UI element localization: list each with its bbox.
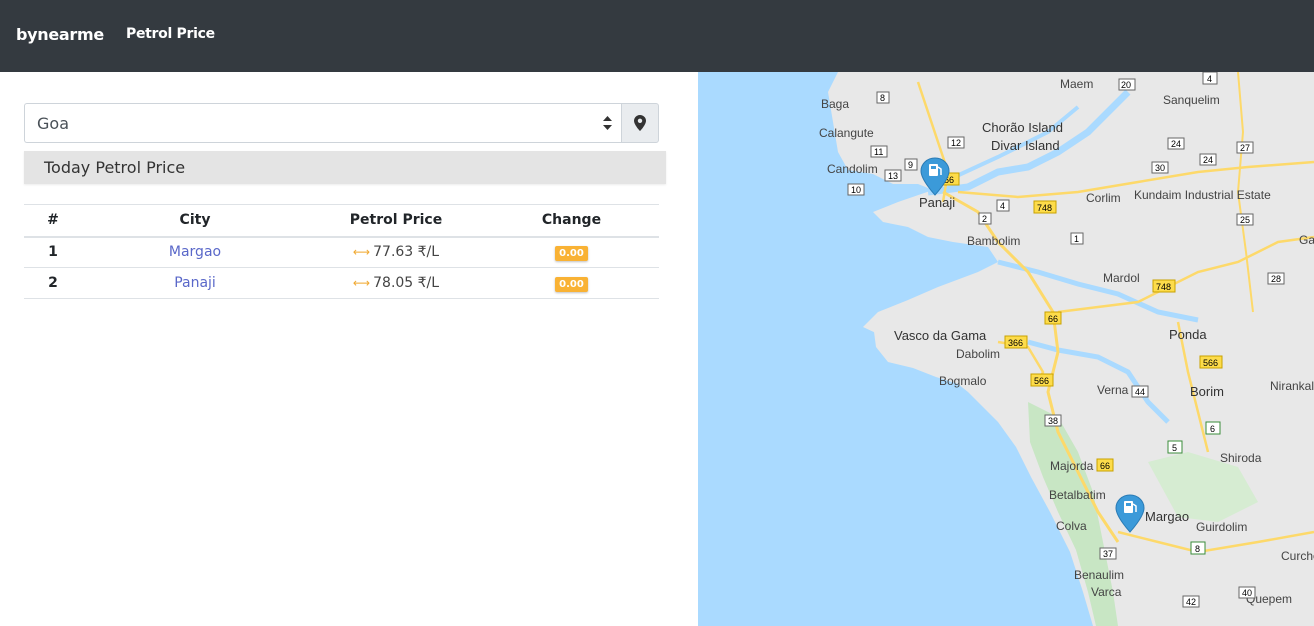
svg-text:Mardol: Mardol	[1103, 271, 1140, 285]
petrol-price: 77.63 ₹/L	[373, 244, 440, 261]
svg-text:40: 40	[1242, 588, 1252, 598]
svg-text:Maem: Maem	[1060, 77, 1093, 91]
svg-text:366: 366	[1008, 338, 1023, 348]
svg-text:Guirdolim: Guirdolim	[1196, 520, 1247, 534]
svg-text:6: 6	[1210, 424, 1215, 434]
change-badge: 0.00	[555, 245, 588, 261]
svg-text:566: 566	[1203, 358, 1218, 368]
svg-text:25: 25	[1240, 215, 1250, 225]
state-select-value: Goa	[37, 114, 69, 133]
svg-text:Baga: Baga	[821, 97, 849, 111]
svg-text:Candolim: Candolim	[827, 162, 878, 176]
svg-text:2: 2	[982, 214, 987, 224]
svg-text:37: 37	[1103, 549, 1113, 559]
svg-text:11: 11	[874, 147, 883, 157]
svg-text:Ponda: Ponda	[1169, 327, 1207, 342]
svg-text:Panaji: Panaji	[919, 195, 955, 210]
row-index: 2	[24, 267, 82, 299]
section-title: Today Petrol Price	[44, 158, 186, 177]
row-index: 1	[24, 236, 82, 268]
no-change-arrow-icon: ⟷	[352, 276, 371, 290]
table-row: 1 Margao ⟷ 77.63 ₹/L 0.00	[24, 236, 659, 268]
petrol-price: 78.05 ₹/L	[373, 275, 440, 291]
svg-text:66: 66	[1048, 314, 1058, 324]
map-canvas[interactable]: Maem Sanquelim Baga Calangute Chorão Isl…	[698, 72, 1314, 626]
svg-text:13: 13	[888, 171, 898, 181]
top-navbar: bynearme Petrol Price	[0, 0, 1314, 72]
change-badge: 0.00	[555, 276, 588, 292]
no-change-arrow-icon: ⟷	[352, 245, 371, 260]
svg-text:Divar Island: Divar Island	[991, 138, 1060, 153]
col-change-header: Change	[484, 204, 659, 238]
svg-text:10: 10	[851, 185, 861, 195]
col-price-header: Petrol Price	[308, 204, 484, 238]
nav-link-petrol-price[interactable]: Petrol Price	[126, 26, 215, 42]
svg-text:Betalbatim: Betalbatim	[1049, 488, 1106, 502]
select-sort-icon	[603, 116, 612, 130]
svg-text:Corlim: Corlim	[1086, 191, 1121, 205]
price-table: # City Petrol Price Change 1 Margao ⟷ 77.…	[24, 204, 659, 299]
svg-text:Benaulim: Benaulim	[1074, 568, 1124, 582]
svg-text:566: 566	[1034, 376, 1049, 386]
svg-text:27: 27	[1240, 143, 1250, 153]
table-header-row: # City Petrol Price Change	[24, 204, 659, 238]
col-index-header: #	[24, 204, 82, 238]
svg-text:24: 24	[1203, 155, 1213, 165]
svg-text:Sanquelim: Sanquelim	[1163, 93, 1220, 107]
table-row: 2 Panaji ⟷ 78.05 ₹/L 0.00	[24, 267, 659, 299]
col-city-header: City	[82, 204, 308, 238]
svg-text:9: 9	[908, 160, 913, 170]
svg-text:20: 20	[1121, 80, 1131, 90]
svg-text:Verna: Verna	[1097, 383, 1129, 397]
svg-text:Majorda: Majorda	[1050, 459, 1094, 473]
svg-text:28: 28	[1271, 274, 1281, 284]
svg-text:Dabolim: Dabolim	[956, 347, 1000, 361]
svg-text:38: 38	[1048, 416, 1058, 426]
svg-text:Borim: Borim	[1190, 384, 1224, 399]
svg-text:30: 30	[1155, 163, 1165, 173]
svg-text:8: 8	[1195, 544, 1200, 554]
locate-button[interactable]	[621, 103, 659, 143]
svg-text:8: 8	[880, 93, 885, 103]
svg-text:1: 1	[1074, 234, 1079, 244]
svg-text:Shiroda: Shiroda	[1220, 451, 1262, 465]
svg-text:Vasco da Gama: Vasco da Gama	[894, 328, 987, 343]
left-panel: Goa Today Petrol Price # City Petrol Pri…	[0, 72, 698, 626]
svg-text:12: 12	[951, 138, 961, 148]
svg-text:Colva: Colva	[1056, 519, 1087, 533]
svg-text:4: 4	[1000, 201, 1005, 211]
svg-text:Kundaim Industrial Estate: Kundaim Industrial Estate	[1134, 188, 1271, 202]
city-link-panaji[interactable]: Panaji	[174, 275, 216, 291]
svg-text:748: 748	[1156, 282, 1171, 292]
svg-text:24: 24	[1171, 139, 1181, 149]
svg-text:748: 748	[1037, 203, 1052, 213]
svg-text:Chorão Island: Chorão Island	[982, 120, 1063, 135]
section-header: Today Petrol Price	[24, 151, 666, 184]
brand-link[interactable]: bynearme	[16, 25, 104, 44]
svg-text:66: 66	[1100, 461, 1110, 471]
svg-text:44: 44	[1135, 387, 1145, 397]
svg-text:Calangute: Calangute	[819, 126, 874, 140]
svg-text:42: 42	[1186, 597, 1196, 607]
map-view[interactable]: Maem Sanquelim Baga Calangute Chorão Isl…	[698, 72, 1314, 626]
svg-text:Bambolim: Bambolim	[967, 234, 1020, 248]
svg-text:Bogmalo: Bogmalo	[939, 374, 987, 388]
map-marker-icon	[634, 115, 646, 131]
city-link-margao[interactable]: Margao	[169, 244, 221, 260]
svg-text:Ga: Ga	[1299, 233, 1314, 247]
svg-text:Nirankal: Nirankal	[1270, 379, 1314, 393]
state-select[interactable]: Goa	[24, 103, 622, 143]
svg-text:4: 4	[1207, 74, 1212, 84]
svg-text:5: 5	[1172, 443, 1177, 453]
svg-text:Varca: Varca	[1091, 585, 1122, 599]
svg-text:Curche: Curche	[1281, 549, 1314, 563]
svg-text:Margao: Margao	[1145, 509, 1189, 524]
